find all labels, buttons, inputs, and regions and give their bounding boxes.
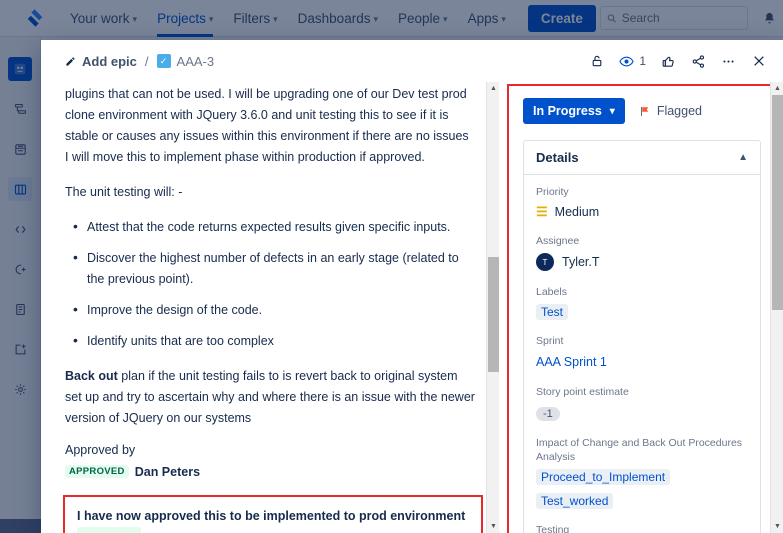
impact-tag[interactable]: Test_worked — [536, 493, 614, 509]
labels-tags: Test — [536, 304, 748, 320]
breadcrumb: Add epic / ✓ AAA-3 — [65, 54, 214, 69]
field-assignee: Assignee T Tyler.T — [536, 234, 748, 271]
scroll-down-arrow[interactable]: ▼ — [771, 520, 783, 533]
close-icon[interactable] — [751, 53, 767, 69]
details-title: Details — [536, 150, 579, 165]
issue-content-column: plugins that can not be used. I will be … — [41, 82, 499, 533]
backout-rest: plan if the unit testing fails to is rev… — [65, 369, 475, 425]
backout-paragraph: Back out plan if the unit testing fails … — [65, 366, 475, 429]
impact-tags: Proceed_to_Implement Test_worked — [536, 469, 748, 509]
field-label: Story point estimate — [536, 386, 629, 398]
details-fields: Priority ☰ Medium Assignee T Tyler.T Lab… — [524, 175, 760, 533]
flag-icon — [640, 106, 649, 116]
description-bullet-list: Attest that the code returns expected re… — [65, 216, 475, 352]
eye-icon — [619, 56, 634, 66]
comment-body: I have now approved this to be implement… — [77, 506, 471, 533]
approver-name: Dan Peters — [134, 465, 201, 479]
add-epic-button[interactable]: Add epic — [65, 54, 137, 69]
unlock-icon[interactable] — [590, 54, 604, 68]
status-row: In Progress ▾ Flagged — [523, 98, 761, 124]
add-epic-label: Add epic — [82, 53, 137, 69]
impact-tag[interactable]: Proceed_to_Implement — [536, 469, 671, 485]
priority-medium-icon: ☰ — [536, 204, 548, 219]
chevron-up-icon[interactable]: ▲ — [738, 152, 748, 163]
list-item: Discover the highest number of defects i… — [65, 247, 475, 290]
modal-header-actions: 1 — [590, 53, 767, 69]
field-label: Sprint — [536, 335, 564, 347]
details-header[interactable]: Details ▲ — [524, 141, 760, 175]
approved-by-label: Approved by — [65, 443, 136, 457]
issue-key-label: AAA-3 — [176, 53, 215, 69]
issue-description: plugins that can not be used. I will be … — [65, 84, 475, 429]
flagged-indicator[interactable]: Flagged — [639, 104, 702, 118]
task-icon: ✓ — [156, 54, 171, 68]
field-story-point-estimate: Story point estimate -1 — [536, 385, 748, 422]
field-label: Assignee — [536, 235, 580, 247]
scroll-up-arrow[interactable]: ▲ — [771, 82, 783, 95]
comment-approved-lozenge: APPROVED — [77, 527, 141, 533]
priority-value: Medium — [554, 205, 600, 219]
scroll-up-arrow[interactable]: ▲ — [487, 82, 499, 95]
issue-detail-modal: Add epic / ✓ AAA-3 1 plugins that can no… — [41, 40, 783, 533]
field-label: Impact of Change and Back Out Procedures… — [536, 437, 743, 463]
field-impact-analysis: Impact of Change and Back Out Procedures… — [536, 436, 748, 509]
modal-header: Add epic / ✓ AAA-3 1 — [41, 40, 783, 82]
approved-by-row: APPROVED Dan Peters — [65, 463, 475, 481]
screen-root: Your work ▾ Projects ▾ Filters ▾ Dashboa… — [0, 0, 783, 533]
field-label: Labels — [536, 286, 567, 298]
avatar: T — [536, 253, 554, 271]
field-testing: Testing Tested Approved Implemented — [536, 523, 748, 533]
details-card: Details ▲ Priority ☰ Medium Assignee T T… — [523, 140, 761, 533]
comment-message: I have now approved this to be implement… — [77, 509, 466, 523]
scrollbar-thumb[interactable] — [772, 95, 783, 310]
details-scrollbar[interactable]: ▲ ▼ — [770, 82, 783, 533]
status-label: In Progress — [533, 104, 602, 118]
field-value-row[interactable]: T Tyler.T — [536, 253, 748, 271]
thumbs-up-icon[interactable] — [661, 54, 676, 69]
sprint-link[interactable]: AAA Sprint 1 — [536, 355, 607, 369]
pencil-icon — [66, 56, 75, 66]
highlighted-comment[interactable]: I have now approved this to be implement… — [63, 495, 483, 533]
scrollbar-thumb[interactable] — [488, 257, 499, 372]
field-value-row[interactable]: ☰ Medium — [536, 204, 748, 220]
label-tag[interactable]: Test — [536, 304, 569, 320]
field-labels: Labels Test — [536, 285, 748, 320]
assignee-value: Tyler.T — [562, 255, 600, 269]
modal-body: plugins that can not be used. I will be … — [41, 82, 783, 533]
list-item: Attest that the code returns expected re… — [65, 216, 475, 238]
share-icon[interactable] — [691, 54, 706, 69]
story-point-pill[interactable]: -1 — [536, 407, 560, 421]
watch-button[interactable]: 1 — [619, 54, 646, 69]
approved-lozenge: APPROVED — [65, 465, 129, 479]
issue-details-column: In Progress ▾ Flagged Details ▲ Priority… — [499, 82, 783, 533]
watch-count: 1 — [639, 54, 646, 68]
field-label: Testing — [536, 524, 570, 533]
list-item: Identify units that are too complex — [65, 330, 475, 352]
chevron-down-icon: ▾ — [609, 106, 615, 117]
description-paragraph: The unit testing will: - — [65, 185, 183, 199]
field-priority: Priority ☰ Medium — [536, 185, 748, 220]
breadcrumb-issue-key[interactable]: ✓ AAA-3 — [156, 53, 215, 69]
description-paragraph: plugins that can not be used. I will be … — [65, 87, 469, 164]
list-item: Improve the design of the code. — [65, 299, 475, 321]
status-dropdown[interactable]: In Progress ▾ — [523, 98, 625, 124]
breadcrumb-separator: / — [144, 53, 149, 69]
content-scrollbar[interactable]: ▲ ▼ — [486, 82, 499, 533]
more-options-icon[interactable] — [721, 54, 736, 69]
scroll-down-arrow[interactable]: ▼ — [487, 520, 499, 533]
backout-bold: Back out — [65, 369, 118, 383]
details-inner: In Progress ▾ Flagged Details ▲ Priority… — [511, 90, 773, 533]
flagged-label: Flagged — [656, 104, 702, 118]
field-sprint: Sprint AAA Sprint 1 — [536, 334, 748, 371]
field-label: Priority — [536, 186, 569, 198]
issue-description-wrapper: plugins that can not be used. I will be … — [63, 82, 483, 533]
